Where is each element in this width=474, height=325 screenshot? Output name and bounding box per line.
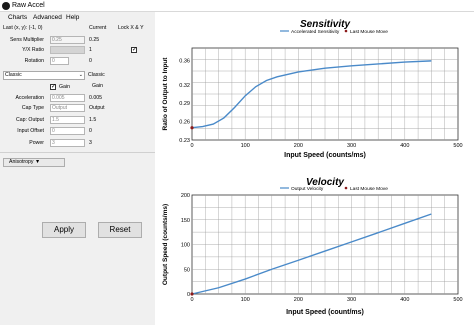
power-current-value: 3 xyxy=(89,140,92,146)
apply-button[interactable]: Apply xyxy=(42,222,86,238)
chart-1-y-axis-label: Ratio of Output to Input xyxy=(162,57,169,131)
chart-2-y-tick-label: 0 xyxy=(187,292,190,298)
chart-1-y-tick-label: 0.32 xyxy=(179,83,190,89)
chevron-down-icon: ⌄ xyxy=(78,72,83,78)
chart-1-x-tick-label: 500 xyxy=(453,143,462,149)
yx-ratio-label: Y/X Ratio xyxy=(22,47,44,53)
acceleration-label: Acceleration xyxy=(15,95,44,101)
chart-2-x-tick-label: 400 xyxy=(400,297,409,303)
mode-current-value: Classic xyxy=(88,72,105,78)
gain-checkbox[interactable]: ✓ xyxy=(50,84,56,90)
cap-output-current-value: 1.5 xyxy=(89,117,97,123)
acceleration-current-value: 0.005 xyxy=(89,95,102,101)
cap-type-label: Cap Type xyxy=(21,105,44,111)
chart-2-x-tick-label: 200 xyxy=(294,297,303,303)
chart-1-x-tick-label: 200 xyxy=(294,143,303,149)
chart-2-y-tick-label: 100 xyxy=(181,243,190,249)
chart-1-last-move-point xyxy=(190,126,194,130)
input-offset-current-value: 0 xyxy=(89,128,92,134)
yx-current-value: 1 xyxy=(89,47,92,53)
chart-2-legend-entry: Output Velocity xyxy=(291,186,324,192)
chart-1-y-tick-label: 0.26 xyxy=(179,120,190,126)
chart-2-y-tick-label: 200 xyxy=(181,193,190,199)
gain-label: Gain xyxy=(59,84,70,90)
power-input[interactable]: 3 xyxy=(50,139,85,147)
chart-2-x-tick-label: 500 xyxy=(453,297,462,303)
current-header: Current xyxy=(89,25,107,31)
lock-xy-checkbox[interactable]: ✓ xyxy=(131,47,137,53)
app-icon xyxy=(2,2,10,10)
chart-2-y-tick-label: 50 xyxy=(184,267,190,273)
sens-current-value: 0.25 xyxy=(89,37,100,43)
window-title: Raw Accel xyxy=(12,2,45,9)
yx-ratio-input[interactable] xyxy=(50,46,85,54)
chart-2-x-tick-label: 0 xyxy=(190,297,193,303)
accel-mode-select[interactable]: Classic ⌄ xyxy=(3,71,85,80)
chart-1-x-tick-label: 0 xyxy=(190,143,193,149)
chart-1-title: Sensitivity xyxy=(300,19,350,30)
menu-bar: Charts Advanced Help xyxy=(0,12,155,23)
chart-2-legend-entry: Last Mouse Move xyxy=(350,186,388,192)
chart-1-legend-marker xyxy=(344,29,348,33)
chart-1-x-tick-label: 100 xyxy=(241,143,250,149)
menu-help[interactable]: Help xyxy=(66,13,79,22)
anisotropy-button[interactable]: Anisotropy ▼ xyxy=(3,158,65,167)
menu-charts[interactable]: Charts xyxy=(8,13,27,22)
sens-label: Sens Multiplier xyxy=(9,37,44,43)
chart-2-x-axis-label: Input Speed (count/ms) xyxy=(286,309,364,316)
chart-2-legend-marker xyxy=(344,186,348,190)
panel-bottom-area xyxy=(0,245,155,325)
cap-type-current-value: Output xyxy=(89,105,105,111)
chart-2-x-tick-label: 300 xyxy=(347,297,356,303)
chart-1-legend-entry: Last Mouse Move xyxy=(350,29,388,35)
chart-2-y-axis-label: Output Speed (counts/ms) xyxy=(162,204,169,285)
acceleration-input[interactable]: 0.005 xyxy=(50,94,85,102)
chart-1-x-tick-label: 400 xyxy=(400,143,409,149)
chart-1-y-tick-label: 0.36 xyxy=(179,58,190,64)
lock-xy-label: Lock X & Y xyxy=(118,25,144,31)
accel-mode-selected: Classic xyxy=(5,72,22,78)
cap-output-label: Cap: Output xyxy=(16,117,44,123)
chart-2-y-tick-label: 150 xyxy=(181,218,190,224)
panel-divider xyxy=(0,152,155,153)
chart-2-x-tick-label: 100 xyxy=(241,297,250,303)
chart-2-last-move-point xyxy=(190,292,194,296)
cap-output-input[interactable]: 1.5 xyxy=(50,116,85,124)
menu-advanced[interactable]: Advanced xyxy=(33,13,62,22)
cap-type-selected: Output xyxy=(52,105,68,111)
power-label: Power xyxy=(29,140,44,146)
rotation-input[interactable]: 0 xyxy=(50,57,69,65)
rotation-label: Rotation xyxy=(24,58,44,64)
last-xy-readout: Last (x, y): (-1, 0) xyxy=(3,25,43,31)
sens-multiplier-input[interactable]: 0.25 xyxy=(50,36,85,44)
chart-1-x-tick-label: 300 xyxy=(347,143,356,149)
cap-type-select[interactable]: Output xyxy=(50,104,85,112)
chart-area: 0 100 200 300 400 500 0.23 0.26 0.29 0.32 0.36 Sens… xyxy=(155,12,474,325)
chart-1-y-tick-label: 0.29 xyxy=(179,101,190,107)
chart-1-x-axis-label: Input Speed (counts/ms) xyxy=(284,152,366,159)
rotation-current-value: 0 xyxy=(89,58,92,64)
chart-1-legend-entry: Accelerated Sensitivity xyxy=(291,29,340,35)
input-offset-label: Input Offset xyxy=(17,128,44,134)
reset-button[interactable]: Reset xyxy=(98,222,142,238)
title-bar: Raw Accel xyxy=(0,0,474,12)
charts-canvas: 0 100 200 300 400 5000.230.260.290.320.36Sens… xyxy=(162,19,463,316)
input-offset-input[interactable]: 0 xyxy=(50,127,85,135)
chart-1-y-tick-label: 0.23 xyxy=(179,138,190,144)
gain-current-value: Gain xyxy=(92,83,103,89)
